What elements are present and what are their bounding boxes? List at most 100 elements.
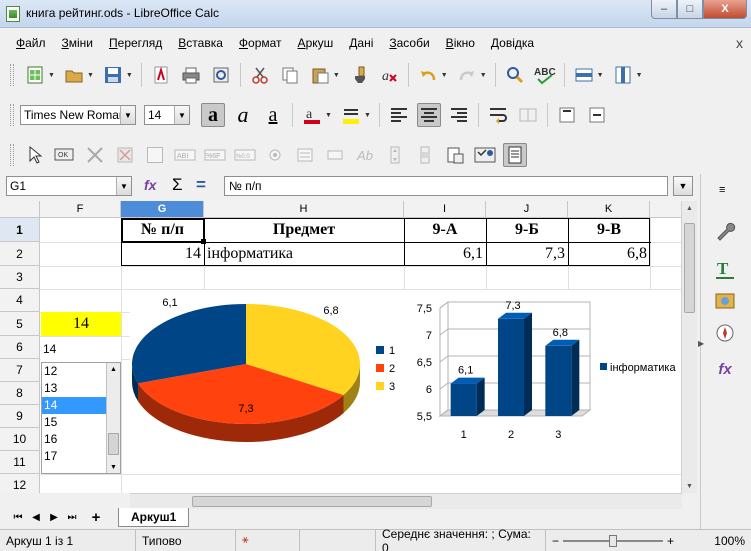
cell-h1[interactable]: Предмет: [204, 218, 404, 242]
menu-edit[interactable]: Зміни: [54, 36, 102, 50]
function-wizard-icon[interactable]: fx: [144, 177, 156, 193]
redo-icon[interactable]: [455, 63, 479, 87]
export-pdf-icon[interactable]: [149, 63, 173, 87]
list-box-scrollbar[interactable]: ▲ ▼: [106, 363, 120, 473]
sheet-tab-1[interactable]: Аркуш1: [118, 507, 190, 527]
select-all-corner[interactable]: [0, 201, 40, 218]
spreadsheet-grid[interactable]: F G H I J K 1 2 3 4 5 6 7 8 9 10 11 12 №…: [0, 201, 697, 493]
cell-g2[interactable]: 14: [121, 242, 204, 266]
bold-icon[interactable]: a: [201, 103, 225, 127]
expand-formula-bar-icon[interactable]: ▼: [673, 176, 693, 196]
vertical-scroll-thumb[interactable]: [684, 223, 695, 313]
cell-f6[interactable]: 14: [41, 338, 121, 360]
scroll-up-arrow-icon[interactable]: ▲: [682, 201, 697, 215]
sidebar-menu-icon[interactable]: ≡: [719, 184, 725, 196]
numeric-field-icon[interactable]: %0.0: [233, 143, 257, 167]
row-header-8[interactable]: 8: [0, 382, 40, 405]
formula-equals-icon[interactable]: =: [196, 175, 206, 195]
formatted-field-icon[interactable]: %6F: [203, 143, 227, 167]
chevron-down-icon[interactable]: ▼: [116, 177, 131, 195]
clear-formatting-icon[interactable]: a: [377, 63, 401, 87]
menu-tools[interactable]: Засоби: [381, 36, 437, 50]
cell-k2[interactable]: 6,8: [568, 242, 650, 266]
number-list-box[interactable]: 12 13 14 15 16 17 ▲ ▼: [41, 362, 121, 474]
option-button-icon[interactable]: [263, 143, 287, 167]
row-header-3[interactable]: 3: [0, 266, 40, 289]
toolbar-grip[interactable]: [10, 104, 14, 126]
bar[interactable]: [498, 318, 524, 416]
wrap-text-icon[interactable]: [486, 103, 510, 127]
row-header-1[interactable]: 1: [0, 218, 40, 242]
form-design-icon[interactable]: [473, 143, 497, 167]
pie-chart[interactable]: 6,1 7,3 6,8 1 2 3: [130, 294, 402, 454]
row-header-9[interactable]: 9: [0, 405, 40, 428]
cell-j1[interactable]: 9-Б: [486, 218, 568, 242]
zoom-out-button[interactable]: −: [552, 534, 559, 548]
menu-view[interactable]: Перегляд: [101, 36, 170, 50]
design-mode-toggle-icon[interactable]: [503, 143, 527, 167]
control-properties-icon[interactable]: [113, 143, 137, 167]
paste-icon[interactable]: [308, 63, 332, 87]
merge-cells-icon[interactable]: [516, 103, 540, 127]
form-navigator-icon[interactable]: [443, 143, 467, 167]
print-preview-icon[interactable]: [209, 63, 233, 87]
scroll-down-arrow-icon[interactable]: ▼: [682, 479, 697, 493]
chevron-down-icon[interactable]: ▼: [120, 106, 135, 124]
scrollbar-control-icon[interactable]: [413, 143, 437, 167]
checkbox-icon[interactable]: [143, 143, 167, 167]
chevron-down-icon[interactable]: ▼: [174, 106, 189, 124]
align-center-icon[interactable]: [416, 103, 441, 127]
add-sheet-button[interactable]: +: [88, 509, 104, 526]
cut-icon[interactable]: [248, 63, 272, 87]
minimize-button[interactable]: ‒: [651, 0, 677, 19]
cell-g1[interactable]: № п/п: [121, 218, 204, 242]
combo-box-icon[interactable]: [323, 143, 347, 167]
bar[interactable]: [450, 383, 477, 416]
align-right-icon[interactable]: [447, 103, 471, 127]
spin-button-icon[interactable]: [383, 143, 407, 167]
styles-icon[interactable]: T: [712, 256, 738, 282]
navigator-compass-icon[interactable]: [712, 320, 738, 346]
close-document-icon[interactable]: x: [736, 35, 743, 51]
copy-icon[interactable]: [278, 63, 302, 87]
column-header-h[interactable]: H: [204, 201, 404, 218]
menu-insert[interactable]: Вставка: [170, 36, 231, 50]
column-icon[interactable]: [611, 63, 635, 87]
row-header-10[interactable]: 10: [0, 428, 40, 451]
row-icon[interactable]: [572, 63, 596, 87]
sidebar-collapse-icon[interactable]: ▶: [698, 339, 706, 359]
properties-wrench-icon[interactable]: [712, 218, 738, 244]
row-header-6[interactable]: 6: [0, 336, 40, 359]
cell-i2[interactable]: 6,1: [404, 242, 486, 266]
save-icon[interactable]: [101, 63, 125, 87]
print-icon[interactable]: [179, 63, 203, 87]
bar[interactable]: [545, 345, 572, 416]
column-header-i[interactable]: I: [404, 201, 486, 218]
font-name-combo[interactable]: Times New Roman ▼: [20, 105, 136, 125]
align-top-icon[interactable]: [555, 103, 579, 127]
font-color-icon[interactable]: a: [300, 103, 324, 127]
column-header-k[interactable]: K: [568, 201, 650, 218]
align-left-icon[interactable]: [387, 103, 411, 127]
row-header-5[interactable]: 5: [0, 312, 40, 336]
previous-sheet-icon[interactable]: ◀: [28, 509, 44, 525]
cell-j2[interactable]: 7,3: [486, 242, 568, 266]
menu-help[interactable]: Довідка: [483, 36, 542, 50]
list-scroll-thumb[interactable]: [108, 433, 119, 455]
design-mode-icon[interactable]: [83, 143, 107, 167]
bar-chart[interactable]: 7,5 7 6,5 6 5,5 6,1 1 7,3 2 6,8 3 інформатика: [404, 294, 694, 454]
underline-icon[interactable]: a: [261, 103, 285, 127]
cell-i1[interactable]: 9-А: [404, 218, 486, 242]
zoom-in-button[interactable]: +: [667, 534, 674, 548]
vertical-scrollbar[interactable]: ▲ ▼: [681, 201, 697, 493]
find-replace-icon[interactable]: [503, 63, 527, 87]
column-header-g[interactable]: G: [121, 201, 204, 218]
cell-f5-highlighted[interactable]: 14: [41, 312, 121, 336]
clone-formatting-icon[interactable]: [347, 63, 371, 87]
open-folder-icon[interactable]: [62, 63, 86, 87]
toolbar-grip[interactable]: [10, 64, 14, 86]
column-header-j[interactable]: J: [486, 201, 568, 218]
last-sheet-icon[interactable]: ⏭: [64, 509, 80, 525]
align-middle-icon[interactable]: [585, 103, 609, 127]
gallery-icon[interactable]: [712, 288, 738, 314]
